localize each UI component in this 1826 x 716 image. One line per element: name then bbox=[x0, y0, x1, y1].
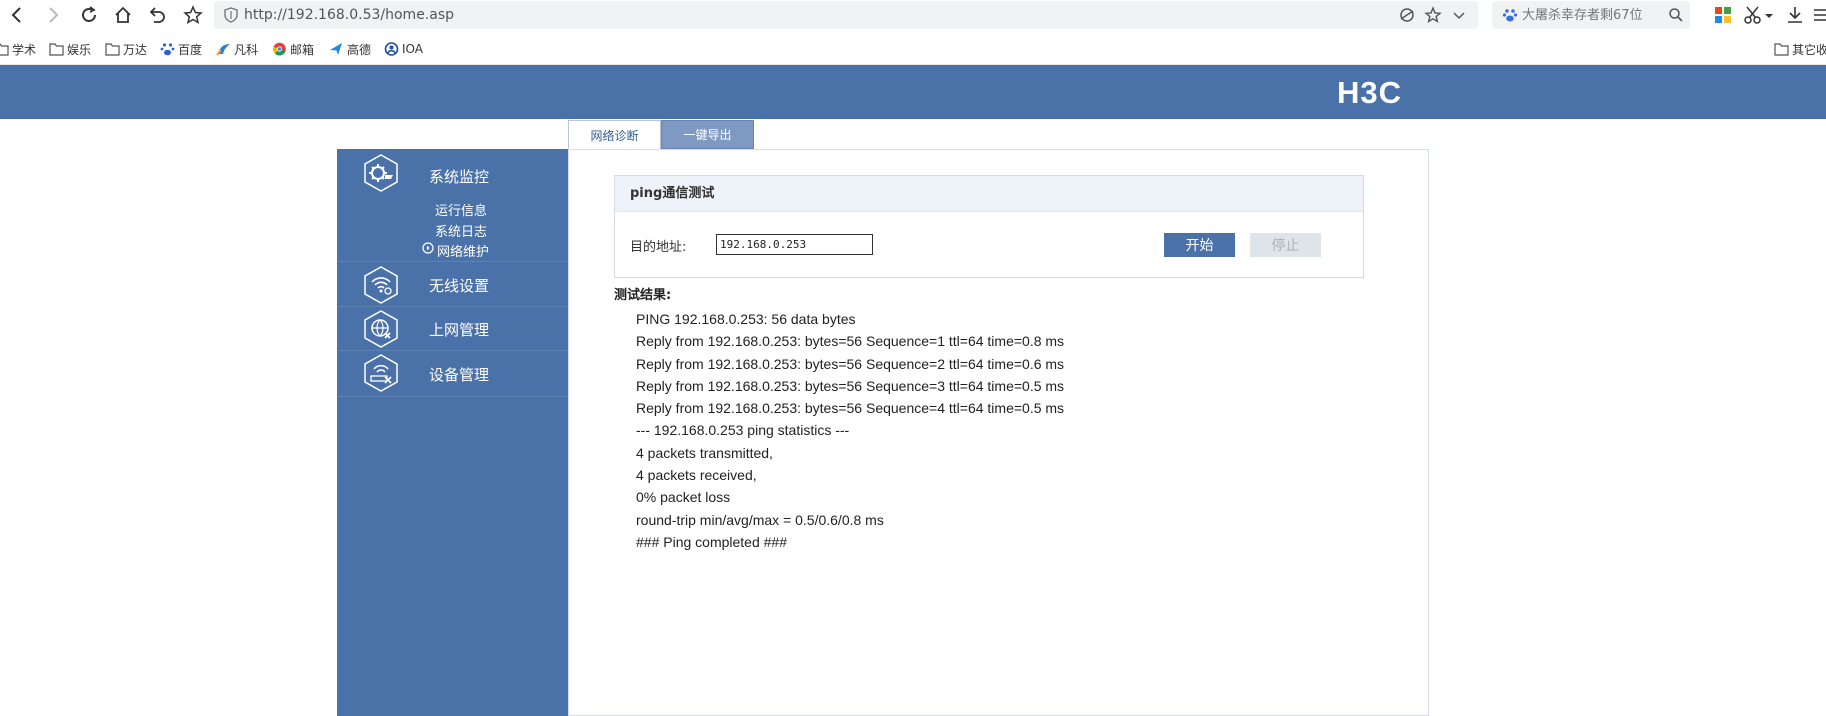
result-line: Reply from 192.168.0.253: bytes=56 Seque… bbox=[636, 333, 1065, 350]
undo-icon bbox=[149, 7, 165, 23]
h3c-logo: H3C bbox=[1337, 75, 1403, 110]
baidu-paw-icon bbox=[1502, 9, 1518, 22]
back-button[interactable] bbox=[4, 2, 30, 28]
home-button[interactable] bbox=[110, 2, 136, 28]
star-icon bbox=[183, 5, 203, 25]
chevron-down-icon[interactable] bbox=[1450, 6, 1468, 24]
bookmarks-bar: 学术 娱乐 万达 百度 凡科 邮箱 高德 IOA 其它收 bbox=[0, 31, 1826, 65]
address-bar[interactable] bbox=[214, 1, 1478, 29]
forward-button[interactable] bbox=[40, 2, 66, 28]
router-settings-icon bbox=[364, 354, 398, 392]
bookmark-wanda[interactable]: 万达 bbox=[105, 40, 147, 58]
shield-icon bbox=[224, 7, 238, 23]
folder-icon bbox=[1774, 43, 1789, 56]
bookmark-label: 高德 bbox=[347, 42, 372, 57]
result-line: 4 packets transmitted, bbox=[636, 444, 773, 461]
search-box[interactable] bbox=[1492, 1, 1690, 29]
ping-result-output: PING 192.168.0.253: 56 data bytes Reply … bbox=[636, 308, 1064, 553]
result-line: 0% packet loss bbox=[636, 489, 731, 506]
sidebar-subitem-run-info[interactable]: 运行信息 bbox=[435, 200, 487, 219]
bookmark-ioa[interactable]: IOA bbox=[384, 40, 423, 58]
scissors-icon[interactable] bbox=[1742, 4, 1764, 26]
undo-button[interactable] bbox=[144, 2, 170, 28]
bookmark-label: 凡科 bbox=[234, 42, 259, 57]
bookmark-other[interactable]: 其它收 bbox=[1774, 40, 1826, 58]
bookmark-baidu[interactable]: 百度 bbox=[160, 40, 202, 58]
download-icon[interactable] bbox=[1784, 4, 1806, 26]
bookmark-xueshu[interactable]: 学术 bbox=[0, 40, 36, 58]
bookmark-label: 万达 bbox=[123, 42, 148, 57]
reload-icon bbox=[82, 6, 96, 22]
folder-icon bbox=[105, 43, 120, 56]
globe-settings-icon bbox=[364, 310, 398, 348]
search-icon[interactable] bbox=[1668, 7, 1684, 23]
folder-icon bbox=[0, 43, 9, 56]
result-line: --- 192.168.0.253 ping statistics --- bbox=[636, 422, 850, 439]
bookmark-star-icon[interactable] bbox=[1424, 6, 1442, 24]
url-input[interactable] bbox=[244, 4, 1144, 26]
result-line: 4 packets received, bbox=[636, 467, 757, 484]
chrome-logo-icon bbox=[273, 42, 286, 56]
result-line: ### Ping completed ### bbox=[636, 533, 787, 550]
baidu-paw-icon bbox=[160, 43, 175, 56]
result-line: Reply from 192.168.0.253: bytes=56 Seque… bbox=[636, 400, 1065, 417]
result-line: round-trip min/avg/max = 0.5/0.6/0.8 ms bbox=[636, 511, 884, 528]
sidebar-group-wireless: 无线设置 bbox=[337, 263, 568, 307]
bookmark-label: 娱乐 bbox=[67, 42, 92, 57]
search-input[interactable] bbox=[1522, 5, 1662, 25]
sidebar-item-wireless-settings[interactable]: 无线设置 bbox=[429, 275, 489, 296]
header-banner bbox=[0, 65, 1826, 119]
forward-arrow-icon bbox=[49, 7, 59, 23]
sidebar-item-device-management[interactable]: 设备管理 bbox=[429, 364, 489, 385]
dest-address-input[interactable] bbox=[716, 234, 873, 255]
bookmark-label: 百度 bbox=[178, 42, 203, 57]
monitor-gear-icon bbox=[364, 154, 398, 192]
sidebar-group-system-monitor: 系统监控 运行信息 系统日志 网络维护 bbox=[337, 149, 568, 262]
sidebar: 系统监控 运行信息 系统日志 网络维护 无线设置 上网管理 设备管理 bbox=[337, 149, 568, 716]
folder-icon bbox=[49, 43, 64, 56]
sidebar-group-device: 设备管理 bbox=[337, 351, 568, 397]
panel-title: ping通信测试 bbox=[615, 176, 1363, 212]
gaode-logo-icon bbox=[330, 43, 342, 55]
sidebar-subitem-system-log[interactable]: 系统日志 bbox=[435, 221, 487, 240]
compat-mode-icon[interactable] bbox=[1398, 6, 1416, 24]
bookmark-gaode[interactable]: 高德 bbox=[329, 40, 371, 58]
sidebar-item-internet-management[interactable]: 上网管理 bbox=[429, 319, 489, 340]
bookmark-yule[interactable]: 娱乐 bbox=[49, 40, 91, 58]
menu-icon[interactable] bbox=[1812, 4, 1826, 26]
start-button[interactable]: 开始 bbox=[1164, 233, 1235, 257]
dest-address-label: 目的地址: bbox=[630, 240, 687, 255]
tab-one-click-export[interactable]: 一键导出 bbox=[661, 120, 754, 149]
stop-button[interactable]: 停止 bbox=[1250, 233, 1321, 257]
result-line: Reply from 192.168.0.253: bytes=56 Seque… bbox=[636, 377, 1065, 394]
bookmark-label: 学术 bbox=[12, 42, 37, 57]
reload-button[interactable] bbox=[76, 2, 102, 28]
apps-grid-icon[interactable] bbox=[1712, 4, 1734, 26]
bookmark-mail[interactable]: 邮箱 bbox=[272, 40, 314, 58]
sidebar-item-system-monitor[interactable]: 系统监控 bbox=[429, 166, 489, 187]
home-icon bbox=[115, 6, 131, 23]
tab-network-diagnosis[interactable]: 网络诊断 bbox=[568, 120, 661, 149]
bookmark-label: IOA bbox=[402, 42, 423, 56]
bookmark-fanke[interactable]: 凡科 bbox=[216, 40, 258, 58]
result-line: PING 192.168.0.253: 56 data bytes bbox=[636, 311, 856, 327]
scissors-dropdown-icon[interactable] bbox=[1762, 4, 1776, 26]
bookmark-label: 其它收 bbox=[1792, 42, 1826, 57]
active-arrow-icon bbox=[422, 242, 434, 254]
result-label: 测试结果: bbox=[614, 288, 672, 303]
fanke-logo-icon bbox=[216, 44, 230, 56]
ioa-logo-icon bbox=[384, 42, 399, 56]
bookmark-label: 邮箱 bbox=[290, 42, 315, 57]
ping-test-panel: ping通信测试 目的地址: 开始 停止 bbox=[614, 175, 1364, 278]
browser-toolbar bbox=[0, 0, 1826, 30]
sidebar-subitem-network-maintenance[interactable]: 网络维护 bbox=[437, 241, 489, 260]
wifi-settings-icon bbox=[364, 266, 398, 304]
result-line: Reply from 192.168.0.253: bytes=56 Seque… bbox=[636, 355, 1065, 372]
back-arrow-icon bbox=[11, 7, 21, 23]
sidebar-group-internet: 上网管理 bbox=[337, 307, 568, 351]
favorite-button[interactable] bbox=[180, 2, 206, 28]
